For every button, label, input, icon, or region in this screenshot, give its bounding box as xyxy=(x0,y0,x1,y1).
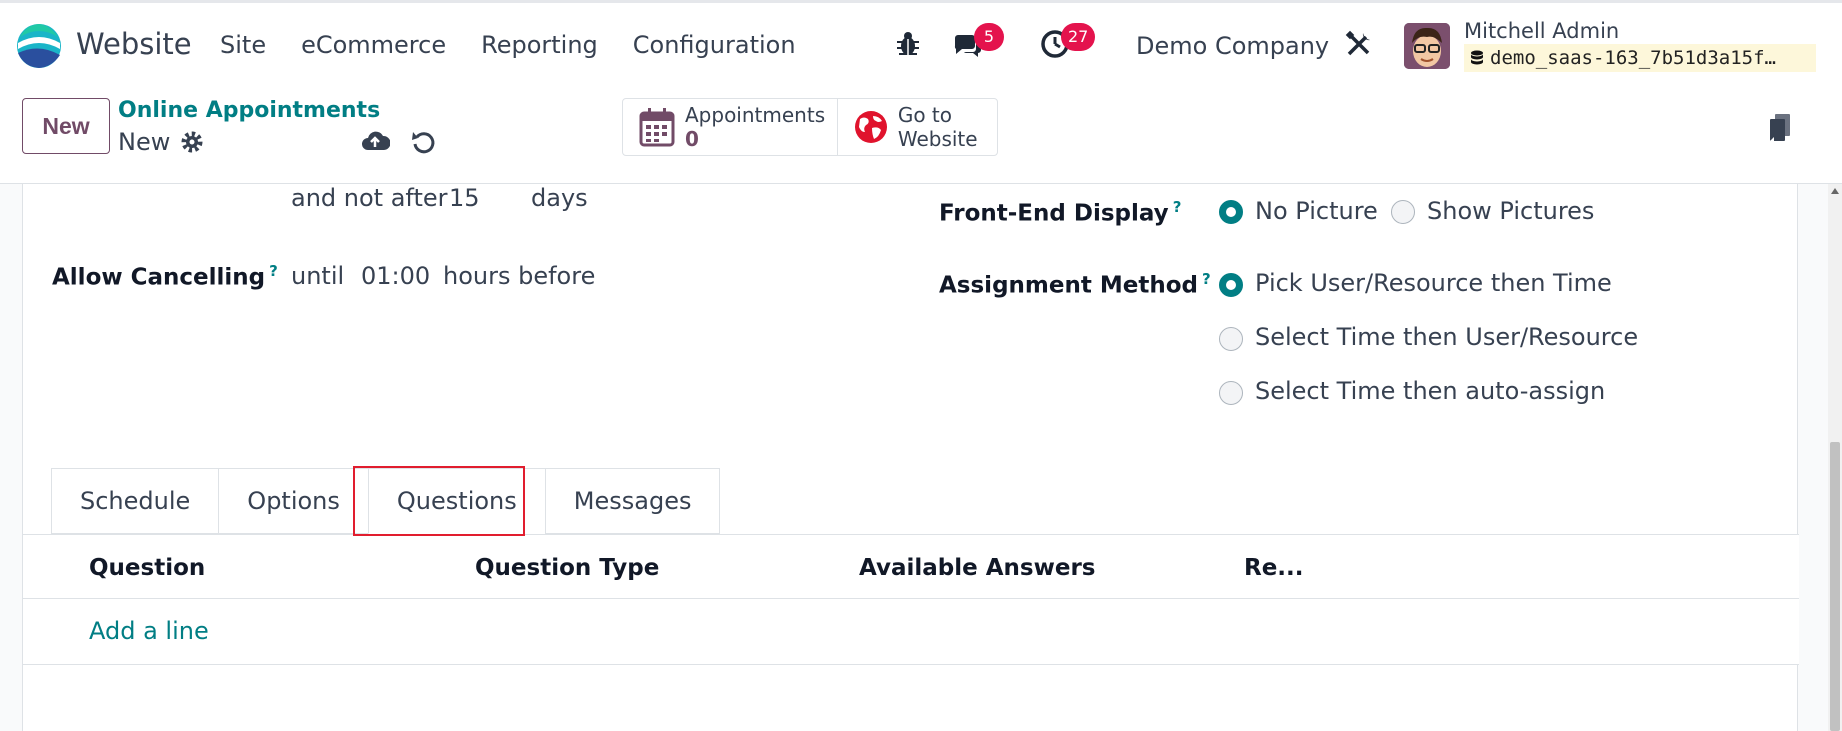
database-name-text: demo_saas-163_7b51d3a15f… xyxy=(1490,47,1776,69)
discard-undo-icon[interactable] xyxy=(410,128,438,156)
appointments-smart-button[interactable]: Appointments 0 xyxy=(623,99,838,155)
not-after-days-input[interactable]: 15 xyxy=(449,184,480,212)
breadcrumb-online-appointments[interactable]: Online Appointments xyxy=(118,98,380,123)
menu-item-configuration[interactable]: Configuration xyxy=(633,31,796,59)
website-stat-line1: Go to xyxy=(897,103,953,127)
menu-item-ecommerce[interactable]: eCommerce xyxy=(301,31,446,59)
option-pick-user-then-time[interactable]: Pick User/Resource then Time xyxy=(1255,269,1612,297)
user-name[interactable]: Mitchell Admin xyxy=(1464,19,1619,43)
website-stat-line2: Website xyxy=(897,127,978,151)
radio-pick-user-then-time[interactable] xyxy=(1219,273,1243,297)
radio-no-picture[interactable] xyxy=(1219,200,1243,224)
page-scrollbar[interactable] xyxy=(1828,184,1842,731)
top-navbar: Website Site eCommerce Reporting Configu… xyxy=(0,0,1842,84)
radio-time-then-user[interactable] xyxy=(1219,327,1243,351)
radio-show-pictures[interactable] xyxy=(1391,200,1415,224)
form-sheet: and not after 15 days Allow Cancelling? … xyxy=(22,184,1799,731)
globe-icon xyxy=(854,111,887,143)
add-a-line-link[interactable]: Add a line xyxy=(89,617,209,645)
tab-schedule[interactable]: Schedule xyxy=(51,468,219,534)
control-panel: New Online Appointments New Appointments… xyxy=(0,84,1842,184)
tab-questions[interactable]: Questions xyxy=(367,468,545,534)
allow-cancelling-label: Allow Cancelling? xyxy=(52,262,278,291)
calendar-icon xyxy=(639,108,675,147)
not-after-text: and not after xyxy=(291,184,448,212)
user-avatar[interactable] xyxy=(1404,23,1450,69)
messages-count-badge: 5 xyxy=(974,23,1004,51)
gear-icon[interactable] xyxy=(180,130,204,154)
hours-before-text: hours before xyxy=(443,262,596,290)
radio-time-then-auto-assign[interactable] xyxy=(1219,381,1243,405)
record-name: New xyxy=(118,128,171,156)
debug-bug-icon[interactable] xyxy=(893,29,923,59)
tab-options[interactable]: Options xyxy=(218,468,368,534)
option-show-pictures[interactable]: Show Pictures xyxy=(1427,197,1594,225)
database-name: demo_saas-163_7b51d3a15f… xyxy=(1464,44,1816,72)
database-icon xyxy=(1471,50,1483,65)
go-to-website-smart-button[interactable]: Go to Website xyxy=(838,99,997,155)
settings-tools-icon[interactable] xyxy=(1344,29,1374,59)
allow-cancelling-label-text: Allow Cancelling xyxy=(52,264,266,291)
option-time-then-auto-assign[interactable]: Select Time then auto-assign xyxy=(1255,377,1605,405)
questions-table-add-row: Add a line xyxy=(23,599,1799,665)
cancel-hours-input[interactable]: 01:00 xyxy=(361,262,430,290)
assignment-method-help-icon[interactable]: ? xyxy=(1202,270,1211,288)
front-end-display-label: Front-End Display? xyxy=(939,198,1181,227)
assignment-method-label-text: Assignment Method xyxy=(939,272,1198,299)
until-text: until xyxy=(291,262,345,290)
menu-item-reporting[interactable]: Reporting xyxy=(481,31,598,59)
appointments-stat-text: Appointments 0 xyxy=(685,103,825,151)
website-stat-text: Go to Website xyxy=(898,103,978,151)
column-question-type[interactable]: Question Type xyxy=(475,555,659,581)
company-switcher[interactable]: Demo Company xyxy=(1136,32,1329,60)
app-name[interactable]: Website xyxy=(76,27,192,61)
front-end-display-label-text: Front-End Display xyxy=(939,200,1169,227)
appointments-stat-label: Appointments xyxy=(685,103,826,127)
notebook-tabs: Schedule Options Questions Messages xyxy=(51,468,721,534)
activities-count-badge: 27 xyxy=(1061,23,1096,51)
appointments-stat-value: 0 xyxy=(685,127,699,151)
scroll-up-arrow-icon[interactable] xyxy=(1831,188,1839,194)
website-app-logo-icon[interactable] xyxy=(16,23,62,69)
front-end-display-help-icon[interactable]: ? xyxy=(1173,198,1182,216)
menu-item-site[interactable]: Site xyxy=(220,31,266,59)
smart-buttons: Appointments 0 Go to Website xyxy=(622,98,998,156)
option-time-then-user[interactable]: Select Time then User/Resource xyxy=(1255,323,1638,351)
column-question[interactable]: Question xyxy=(89,555,205,581)
column-required[interactable]: Re... xyxy=(1244,555,1304,581)
main-menu: Site eCommerce Reporting Configuration xyxy=(220,31,831,59)
cloud-upload-save-icon[interactable] xyxy=(360,128,390,154)
allow-cancelling-help-icon[interactable]: ? xyxy=(269,262,278,280)
new-button[interactable]: New xyxy=(22,98,110,154)
not-after-unit: days xyxy=(531,184,588,212)
tab-messages[interactable]: Messages xyxy=(544,468,721,534)
column-available-answers[interactable]: Available Answers xyxy=(859,555,1095,581)
scrollbar-thumb[interactable] xyxy=(1830,442,1840,731)
questions-table-header: Question Question Type Available Answers… xyxy=(23,534,1799,599)
chatter-toggle-icon[interactable] xyxy=(1768,112,1792,144)
assignment-method-label: Assignment Method? xyxy=(939,270,1211,299)
user-avatar-image xyxy=(1404,23,1450,69)
option-no-picture[interactable]: No Picture xyxy=(1255,197,1378,225)
